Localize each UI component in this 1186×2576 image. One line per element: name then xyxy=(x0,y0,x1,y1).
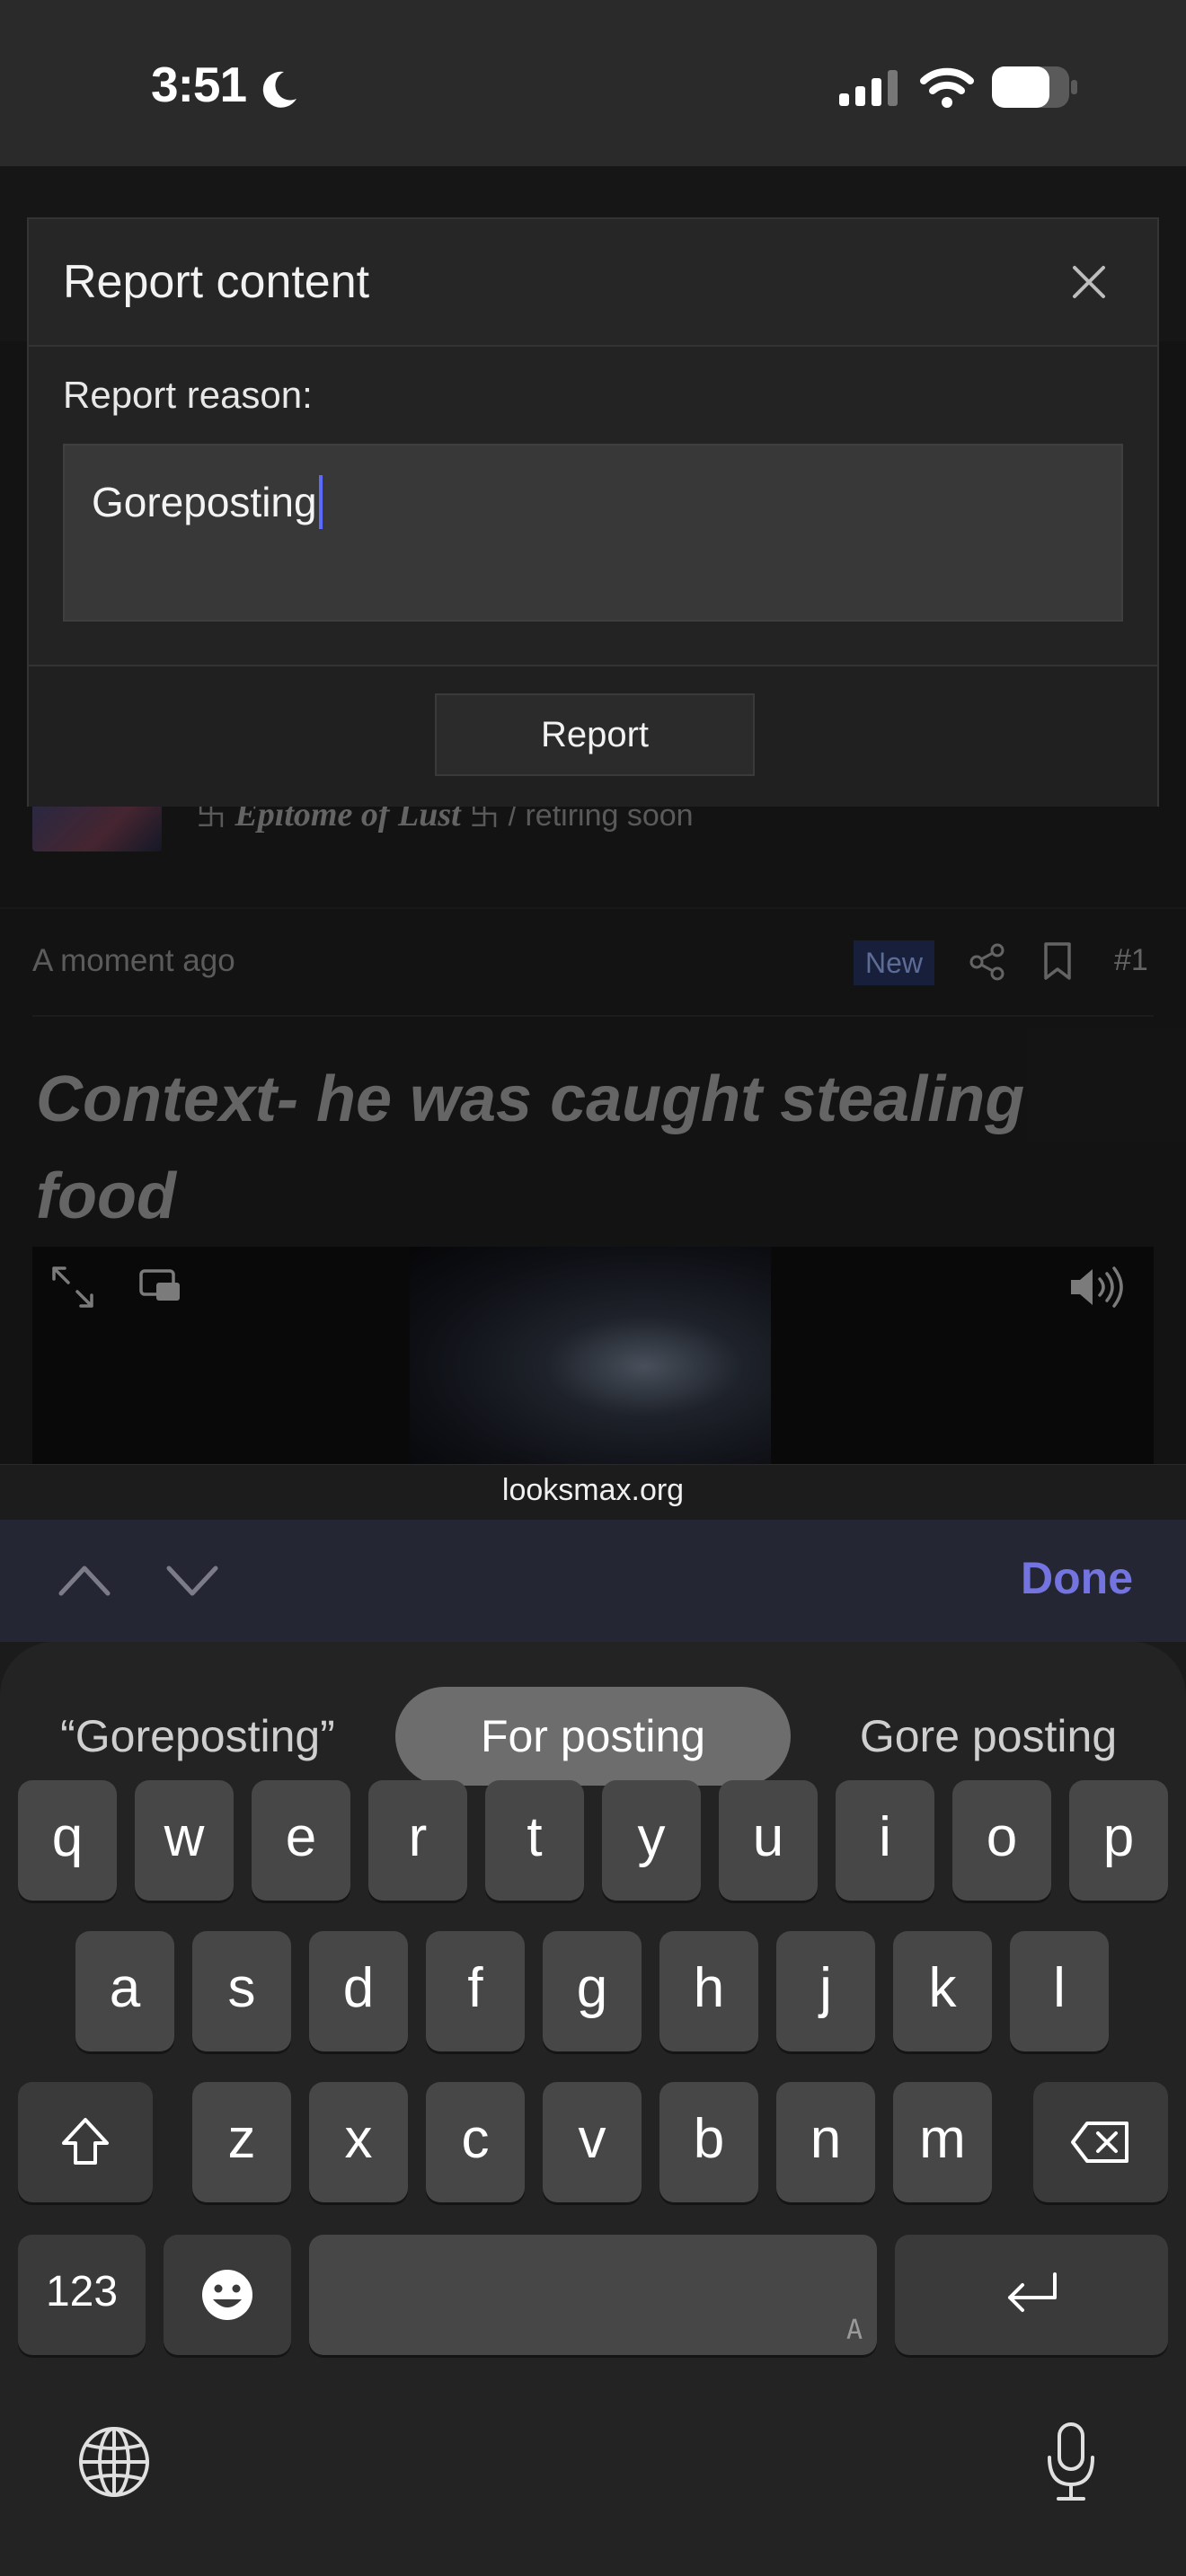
status-time: 3:51 xyxy=(151,57,247,112)
key-r[interactable]: r xyxy=(368,1780,467,1901)
key-m[interactable]: m xyxy=(893,2082,992,2202)
return-icon xyxy=(1008,2272,1057,2312)
space-hint: A xyxy=(845,2315,863,2346)
space-bar[interactable]: A xyxy=(309,2235,877,2355)
key-w[interactable]: w xyxy=(135,1780,234,1901)
key-n[interactable]: n xyxy=(776,2082,875,2202)
key-e[interactable]: e xyxy=(252,1780,350,1901)
moon-icon xyxy=(262,71,296,108)
key-b[interactable]: b xyxy=(659,2082,758,2202)
battery-icon xyxy=(992,66,1077,108)
key-t[interactable]: t xyxy=(485,1780,584,1901)
report-button[interactable]: Report xyxy=(435,693,755,776)
report-reason-label: Report reason: xyxy=(63,374,313,416)
globe-icon[interactable] xyxy=(77,2425,151,2499)
key-k[interactable]: k xyxy=(893,1931,992,2051)
wifi-icon xyxy=(920,67,974,108)
numbers-key[interactable]: 123 xyxy=(18,2235,146,2355)
key-o[interactable]: o xyxy=(952,1780,1051,1901)
shift-key[interactable] xyxy=(18,2082,153,2202)
key-g[interactable]: g xyxy=(543,1931,642,2051)
emoji-icon xyxy=(202,2270,252,2320)
key-c[interactable]: c xyxy=(426,2082,525,2202)
key-u[interactable]: u xyxy=(719,1780,818,1901)
key-h[interactable]: h xyxy=(659,1931,758,2051)
backspace-icon xyxy=(1071,2122,1128,2163)
key-a[interactable]: a xyxy=(75,1931,174,2051)
chevron-up-icon[interactable] xyxy=(58,1559,111,1602)
key-y[interactable]: y xyxy=(602,1780,701,1901)
suggestion-alternate[interactable]: Gore posting xyxy=(827,1687,1150,1786)
emoji-key[interactable] xyxy=(164,2235,291,2355)
microphone-icon[interactable] xyxy=(1046,2422,1096,2502)
signal-icon xyxy=(839,70,898,106)
key-p[interactable]: p xyxy=(1069,1780,1168,1901)
chevron-down-icon[interactable] xyxy=(165,1559,219,1602)
key-i[interactable]: i xyxy=(836,1780,934,1901)
browser-url[interactable]: looksmax.org xyxy=(0,1473,1186,1508)
key-d[interactable]: d xyxy=(309,1931,408,2051)
key-q[interactable]: q xyxy=(18,1780,117,1901)
key-s[interactable]: s xyxy=(192,1931,291,2051)
report-reason-text: Goreposting xyxy=(92,479,317,525)
suggestion-selected[interactable]: For posting xyxy=(395,1687,791,1786)
shift-icon xyxy=(62,2118,109,2165)
key-z[interactable]: z xyxy=(192,2082,291,2202)
report-modal: Report content Report reason: Gorepostin… xyxy=(27,217,1159,807)
modal-header: Report content xyxy=(29,219,1157,347)
modal-footer: Report xyxy=(29,665,1157,807)
key-v[interactable]: v xyxy=(543,2082,642,2202)
key-x[interactable]: x xyxy=(309,2082,408,2202)
modal-title: Report content xyxy=(63,256,370,308)
delete-key[interactable] xyxy=(1033,2082,1168,2202)
key-j[interactable]: j xyxy=(776,1931,875,2051)
suggestion-literal[interactable]: “Goreposting” xyxy=(36,1687,359,1786)
done-button[interactable]: Done xyxy=(1021,1552,1133,1604)
key-f[interactable]: f xyxy=(426,1931,525,2051)
report-reason-textarea[interactable]: Goreposting xyxy=(63,444,1123,622)
report-reason-value: Goreposting xyxy=(92,474,323,533)
return-key[interactable] xyxy=(895,2235,1168,2355)
close-icon[interactable] xyxy=(1067,260,1111,304)
key-l[interactable]: l xyxy=(1010,1931,1109,2051)
text-caret xyxy=(318,474,323,529)
